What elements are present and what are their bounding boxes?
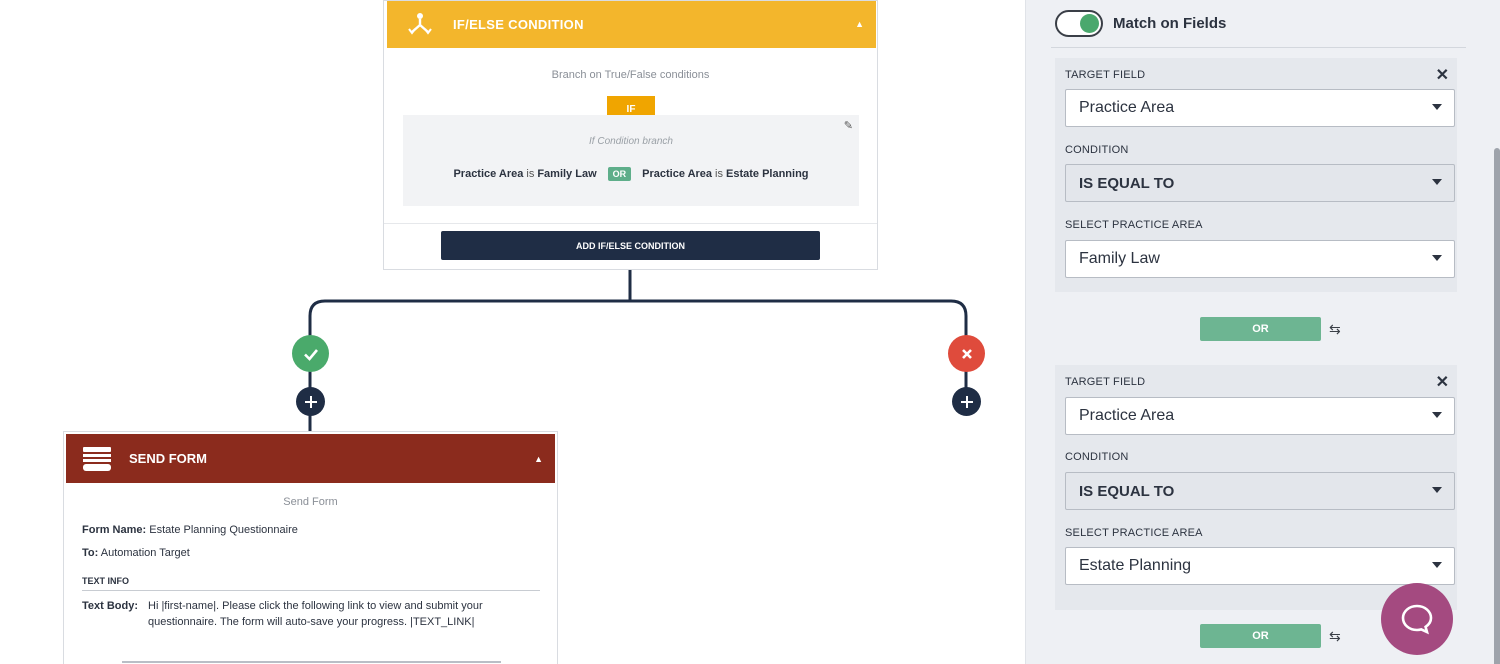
target-field-value: Practice Area	[1079, 99, 1175, 116]
target-field-value: Practice Area	[1079, 407, 1175, 424]
form-name-line: Form Name: Estate Planning Questionnaire	[82, 524, 298, 536]
practice-area-value: Estate Planning	[1079, 557, 1192, 574]
edit-pencil-icon[interactable]: ✎	[844, 119, 853, 132]
divider	[384, 223, 877, 224]
text-info-heading: TEXT INFO	[82, 576, 129, 586]
target-field-select[interactable]: Practice Area	[1065, 89, 1455, 127]
send-form-title: SEND FORM	[129, 451, 207, 466]
condition-2-value: Estate Planning	[726, 168, 809, 180]
condition-2-field: Practice Area	[642, 168, 713, 180]
form-name-key: Form Name:	[82, 524, 147, 536]
dropdown-arrow-icon	[1432, 412, 1442, 418]
add-ifelse-condition-button[interactable]: ADD IF/ELSE CONDITION	[441, 231, 820, 260]
select-practice-area-label: SELECT PRACTICE AREA	[1065, 527, 1203, 539]
to-key: To:	[82, 547, 99, 559]
form-list-icon	[82, 444, 112, 474]
send-form-subtitle: Send Form	[283, 496, 338, 508]
ifelse-subtitle: Branch on True/False conditions	[551, 69, 710, 81]
match-on-fields-label: Match on Fields	[1113, 15, 1227, 32]
condition-2-op: is	[715, 168, 723, 180]
or-button[interactable]: OR	[1200, 624, 1321, 648]
or-button[interactable]: OR	[1200, 317, 1321, 341]
practice-area-select[interactable]: Estate Planning	[1065, 547, 1455, 585]
text-body-key: Text Body:	[82, 600, 139, 612]
target-field-label: TARGET FIELD	[1065, 376, 1146, 388]
condition-label: CONDITION	[1065, 451, 1129, 463]
condition-select[interactable]: IS EQUAL TO	[1065, 472, 1455, 510]
practice-area-value: Family Law	[1079, 250, 1160, 267]
to-value: Automation Target	[100, 547, 190, 559]
text-body-value: Hi |first-name|. Please click the follow…	[148, 600, 483, 628]
match-on-fields-row[interactable]: Match on Fields	[1055, 10, 1226, 37]
to-line: To: Automation Target	[82, 547, 190, 559]
branch-split-icon	[405, 10, 435, 40]
condition-1-field: Practice Area	[453, 168, 524, 180]
condition-value: IS EQUAL TO	[1079, 174, 1175, 192]
divider	[82, 590, 540, 591]
dropdown-arrow-icon	[1432, 562, 1442, 568]
true-branch-check-icon	[292, 335, 329, 372]
if-condition-branch[interactable]: ✎ If Condition branch Practice Area is F…	[403, 115, 859, 206]
condition-select[interactable]: IS EQUAL TO	[1065, 164, 1455, 202]
toggle-knob	[1080, 14, 1099, 33]
condition-group: TARGET FIELD ✕ Practice Area CONDITION I…	[1055, 365, 1457, 610]
branch-label: If Condition branch	[589, 136, 673, 147]
practice-area-select[interactable]: Family Law	[1065, 240, 1455, 278]
condition-summary: Practice Area is Family Law OR Practice …	[403, 167, 859, 181]
condition-1-op: is	[526, 168, 535, 180]
swap-arrows-icon[interactable]: ⇆	[1329, 321, 1341, 338]
ifelse-condition-card[interactable]: IF/ELSE CONDITION ▲ Branch on True/False…	[383, 0, 878, 270]
false-branch-x-icon	[948, 335, 985, 372]
remove-condition-close-icon[interactable]: ✕	[1436, 65, 1449, 85]
collapse-caret-icon[interactable]: ▲	[534, 454, 543, 464]
send-form-header[interactable]: SEND FORM ▲	[66, 434, 555, 483]
add-step-true-plus-icon[interactable]	[296, 387, 325, 416]
collapse-caret-icon[interactable]: ▲	[855, 19, 864, 29]
select-practice-area-label: SELECT PRACTICE AREA	[1065, 219, 1203, 231]
dropdown-arrow-icon	[1432, 179, 1442, 185]
add-step-false-plus-icon[interactable]	[952, 387, 981, 416]
workflow-canvas[interactable]: IF/ELSE CONDITION ▲ Branch on True/False…	[0, 0, 1025, 664]
ifelse-title: IF/ELSE CONDITION	[453, 17, 584, 32]
swap-arrows-icon[interactable]: ⇆	[1329, 628, 1341, 645]
condition-value: IS EQUAL TO	[1079, 482, 1175, 500]
match-on-fields-toggle[interactable]	[1055, 10, 1103, 37]
target-field-select[interactable]: Practice Area	[1065, 397, 1455, 435]
dropdown-arrow-icon	[1432, 487, 1442, 493]
ifelse-header[interactable]: IF/ELSE CONDITION ▲	[387, 1, 876, 48]
target-field-label: TARGET FIELD	[1065, 69, 1146, 81]
divider	[1051, 47, 1466, 48]
remove-condition-close-icon[interactable]: ✕	[1436, 372, 1449, 392]
condition-settings-panel[interactable]: Match on Fields TARGET FIELD ✕ Practice …	[1025, 0, 1500, 664]
send-form-card[interactable]: SEND FORM ▲ Send Form Form Name: Estate …	[63, 431, 558, 664]
panel-scrollbar[interactable]	[1494, 148, 1500, 664]
condition-label: CONDITION	[1065, 144, 1129, 156]
or-pill: OR	[607, 167, 632, 181]
form-name-value: Estate Planning Questionnaire	[149, 524, 298, 536]
text-body-line: Text Body: Hi |first-name|. Please click…	[82, 600, 542, 630]
chat-support-icon[interactable]	[1381, 583, 1453, 655]
dropdown-arrow-icon	[1432, 255, 1442, 261]
next-button-edge	[122, 661, 501, 663]
condition-1-value: Family Law	[537, 168, 597, 180]
condition-group: TARGET FIELD ✕ Practice Area CONDITION I…	[1055, 58, 1457, 292]
dropdown-arrow-icon	[1432, 104, 1442, 110]
